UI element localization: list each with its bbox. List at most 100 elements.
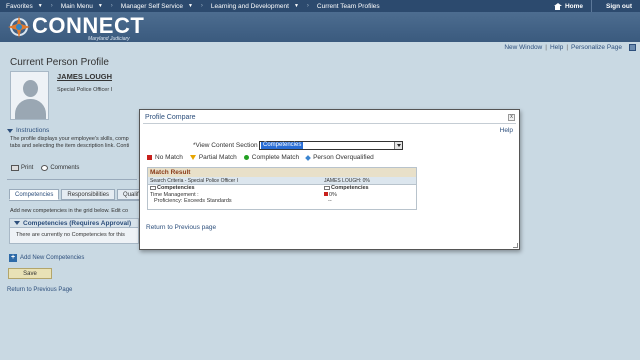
col-search-criteria: Search Criteria - Special Police Officer… [150,178,238,184]
print-comments-row: Print Comments [11,165,79,171]
page-options-icon[interactable] [629,43,636,51]
legend-label: Partial Match [198,154,237,161]
nav-right-group: Home Sign out [546,0,640,12]
match-legend: No Match Partial Match Complete Match Pe… [147,154,374,161]
tab-underline [9,200,139,201]
view-content-section-label: *View Content Section [193,142,258,149]
legend-label: No Match [155,154,183,161]
close-icon[interactable]: x [508,114,515,121]
connect-logo-icon [8,16,30,38]
chevron-down-icon: ▼ [187,3,193,9]
modal-return-link[interactable]: Return to Previous page [146,224,216,231]
divider [7,179,137,180]
return-previous-page-link[interactable]: Return to Previous Page [7,287,72,293]
instructions-label: Instructions [16,127,50,134]
match-result-title: Match Result [148,168,416,177]
utility-links: New Window | Help | Personalize Page [504,42,636,52]
match-result-table: Match Result Search Criteria - Special P… [147,167,417,210]
grid-instructions: Add new competencies in the grid below. … [10,208,129,214]
instructions-text-line2: tabs and selecting the item description … [10,143,130,149]
add-icon: + [9,254,17,262]
modal-help-link[interactable]: Help [500,127,513,134]
cell-proficiency-value: -- [328,198,332,204]
col-person-score: JAMES LOUGH: 0% [324,178,370,184]
cell-text: 0% [329,191,337,198]
avatar-head-shape [23,80,38,97]
nav-favorites[interactable]: Favorites ▼ [0,0,49,12]
no-match-icon [147,155,152,160]
header-banner: CONNECT Maryland Judiciary [0,12,640,42]
print-link[interactable]: Print [11,165,33,171]
nav-learning-development[interactable]: Learning and Development ▼ [205,0,305,12]
nav-current-team-profiles[interactable]: Current Team Profiles [311,0,386,12]
collapse-triangle-icon [14,221,20,225]
add-new-competencies-link[interactable]: + Add New Competencies [9,254,84,262]
overqualified-icon [305,154,311,161]
avatar [10,71,49,120]
save-button[interactable]: Save [8,268,52,279]
cell-proficiency: Proficiency: Exceeds Standards [154,198,232,204]
legend-label: Person Overqualified [313,154,374,161]
legend-complete-match: Complete Match [243,154,300,161]
nav-favorites-label: Favorites [6,2,33,10]
person-job-title: Special Police Officer I [57,87,113,93]
folder-icon [150,185,156,190]
legend-overqualified: Person Overqualified [305,154,374,161]
chevron-down-icon: ▼ [37,3,43,9]
new-window-link[interactable]: New Window [504,44,542,51]
modal-title: Profile Compare [145,114,196,121]
comments-label: Comments [50,165,80,171]
nav-mss-label: Manager Self Service [120,2,183,10]
complete-match-icon [243,155,249,160]
resize-grip-icon[interactable] [513,243,518,248]
modal-divider [143,123,516,124]
print-icon [11,165,19,171]
collapse-triangle-icon [7,128,13,133]
profile-tabs: Competencies Responsibilities Qualif [9,189,145,200]
instructions-text-line1: The profile displays your employee's ski… [10,136,129,142]
nav-main-menu[interactable]: Main Menu ▼ [55,0,109,12]
cell-text: Competencies [157,185,195,191]
table-row: Proficiency: Exceeds Standards -- [148,198,416,205]
personalize-page-link[interactable]: Personalize Page [571,44,622,51]
nav-ctp-label: Current Team Profiles [316,2,380,10]
grid-empty-message: There are currently no Competencies for … [9,228,139,244]
competencies-grid-header[interactable]: Competencies (Requires Approval) [9,218,139,228]
view-content-section-select[interactable]: Competencies [259,141,403,150]
partial-match-icon [189,155,196,160]
dropdown-arrow-icon [394,142,402,149]
folder-icon [324,185,330,190]
add-new-label: Add New Competencies [20,255,85,261]
tab-competencies[interactable]: Competencies [9,189,60,200]
home-label: Home [564,2,583,10]
help-link[interactable]: Help [550,44,563,51]
tab-responsibilities[interactable]: Responsibilities [61,189,116,200]
print-label: Print [21,165,34,171]
instructions-toggle[interactable]: Instructions [7,127,49,134]
logo-subtitle: Maryland Judiciary [88,36,130,42]
home-link[interactable]: Home [546,2,591,10]
util-divider: | [545,43,547,51]
table-header-row: Search Criteria - Special Police Officer… [148,177,416,185]
nav-main-menu-label: Main Menu [60,2,93,10]
legend-label: Complete Match [251,154,300,161]
comment-icon [41,165,49,171]
grid-header-label: Competencies (Requires Approval) [23,219,132,227]
page-title: Current Person Profile [10,57,109,68]
top-nav-bar: Favorites ▼ › Main Menu ▼ › Manager Self S… [0,0,640,12]
chevron-down-icon: ▼ [293,3,299,9]
select-value: Competencies [261,142,304,149]
profile-compare-modal: Profile Compare x Help *View Content Sec… [139,109,520,250]
comments-link[interactable]: Comments [41,165,79,171]
legend-partial-match: Partial Match [189,154,237,161]
avatar-body-shape [15,99,46,119]
nav-ld-label: Learning and Development [210,2,289,10]
util-divider: | [566,43,569,51]
chevron-down-icon: ▼ [97,3,103,9]
home-icon [553,2,562,10]
nav-manager-self-service[interactable]: Manager Self Service ▼ [115,0,199,12]
no-match-icon [324,192,328,197]
person-name-link[interactable]: JAMES LOUGH [57,72,112,81]
cell-text: Competencies [331,185,369,191]
sign-out-link[interactable]: Sign out [591,0,640,12]
